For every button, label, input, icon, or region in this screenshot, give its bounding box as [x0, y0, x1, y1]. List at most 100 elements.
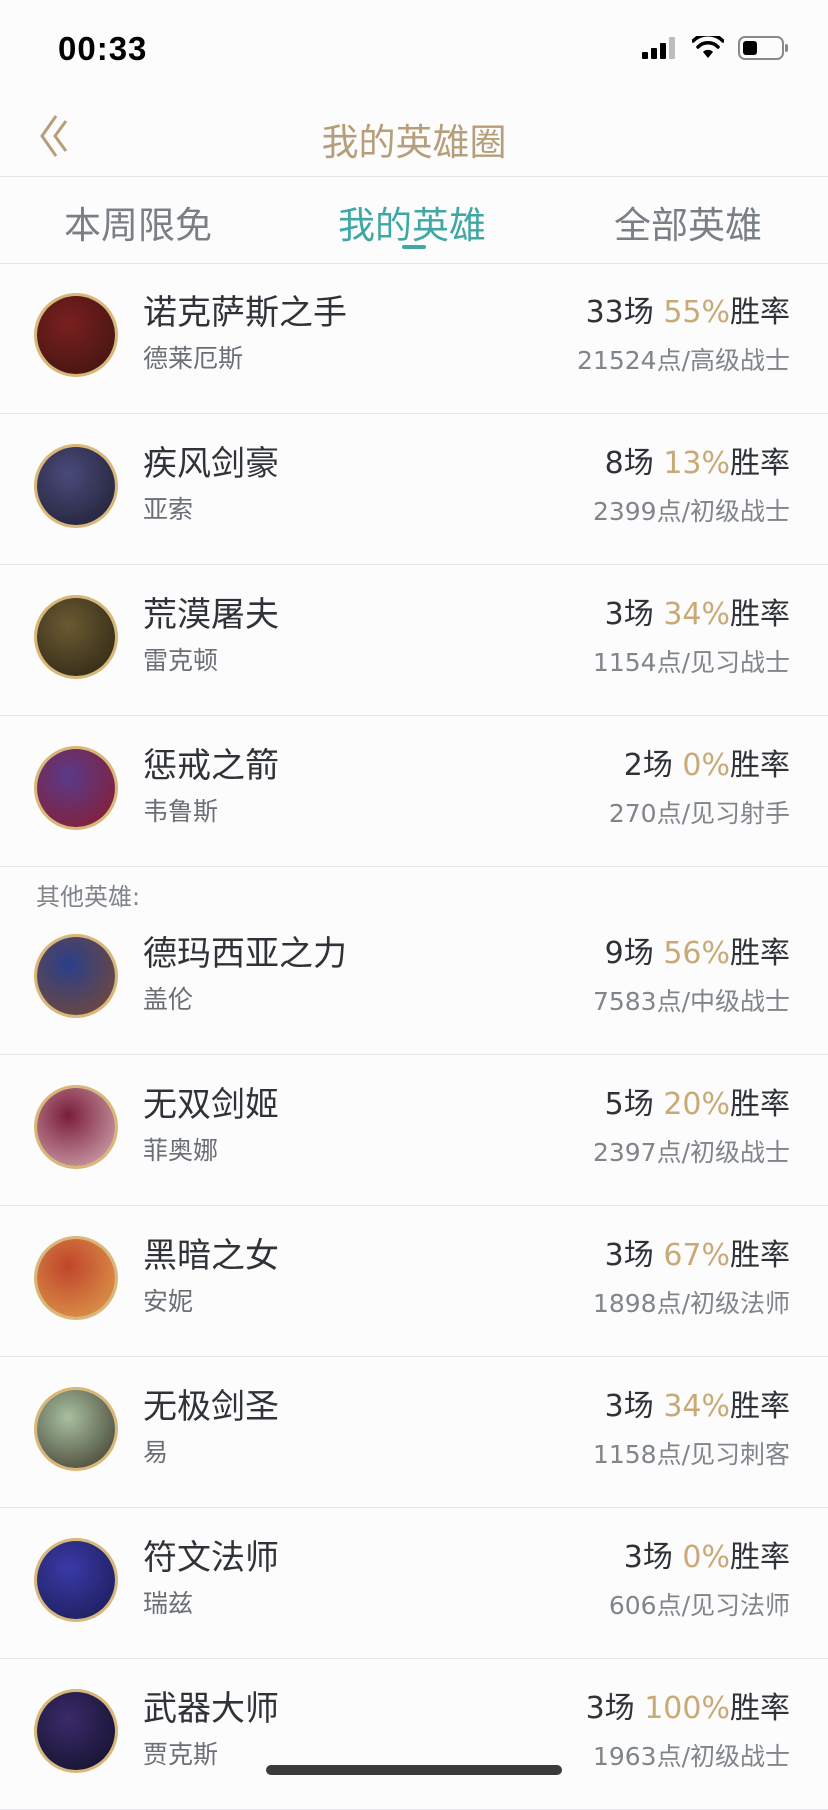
hero-avatar	[34, 934, 118, 1018]
hero-name: 雷克顿	[143, 646, 219, 675]
win-rate-label: 胜率	[730, 295, 790, 330]
hero-title: 无极剑圣	[143, 1387, 279, 1427]
hero-name: 菲奥娜	[143, 1136, 219, 1165]
hero-title: 黑暗之女	[143, 1236, 279, 1276]
nav-bar: 我的英雄圈	[0, 96, 828, 177]
hero-name: 安妮	[143, 1287, 194, 1316]
tab-all-heroes[interactable]: 全部英雄	[614, 195, 762, 249]
hero-row[interactable]: 符文法师 瑞兹 3场 0%胜率 606点/见习法师	[0, 1508, 828, 1659]
hero-name: 盖伦	[143, 985, 194, 1014]
hero-row[interactable]: 黑暗之女 安妮 3场 67%胜率 1898点/初级法师	[0, 1206, 828, 1357]
hero-avatar	[34, 595, 118, 679]
hero-stats: 5场 20%胜率	[605, 1079, 790, 1123]
status-bar: 00:33	[0, 0, 828, 96]
hero-stats: 3场 34%胜率	[605, 1381, 790, 1425]
hero-points: 2399点/初级战士	[592, 497, 790, 526]
hero-stats: 2场 0%胜率	[624, 740, 790, 784]
page-title: 我的英雄圈	[321, 121, 507, 164]
hero-stats: 3场 34%胜率	[605, 589, 790, 633]
hero-avatar	[34, 444, 118, 528]
my-hero-list: 诺克萨斯之手 德莱厄斯 33场 55%胜率 21524点/高级战士 疾风剑豪 亚…	[0, 263, 828, 867]
games-count: 3场	[604, 597, 654, 632]
hero-stats: 8场 13%胜率	[605, 438, 790, 482]
games-count: 3场	[585, 1691, 635, 1726]
win-rate-value: 34%	[663, 597, 730, 632]
other-hero-list: 德玛西亚之力 盖伦 9场 56%胜率 7583点/中级战士 无双剑姬 菲奥娜 5…	[0, 904, 828, 1810]
win-rate-label: 胜率	[730, 748, 790, 783]
hero-avatar	[34, 1538, 118, 1622]
hero-title: 武器大师	[143, 1689, 279, 1729]
win-rate-label: 胜率	[730, 1540, 790, 1575]
hero-stats: 3场 0%胜率	[624, 1532, 790, 1576]
cellular-signal-icon	[642, 37, 675, 59]
hero-row[interactable]: 疾风剑豪 亚索 8场 13%胜率 2399点/初级战士	[0, 414, 828, 565]
win-rate-value: 34%	[663, 1389, 730, 1424]
hero-title: 荒漠屠夫	[143, 595, 279, 635]
hero-name: 瑞兹	[143, 1589, 194, 1618]
hero-avatar	[34, 1236, 118, 1320]
games-count: 9场	[604, 936, 654, 971]
win-rate-value: 0%	[682, 748, 730, 783]
hero-row[interactable]: 荒漠屠夫 雷克顿 3场 34%胜率 1154点/见习战士	[0, 565, 828, 716]
hero-points: 1158点/见习刺客	[592, 1440, 790, 1469]
status-icons	[642, 36, 790, 60]
hero-name: 韦鲁斯	[143, 797, 219, 826]
win-rate-label: 胜率	[730, 936, 790, 971]
hero-title: 诺克萨斯之手	[143, 293, 347, 333]
hero-title: 德玛西亚之力	[143, 934, 347, 974]
hero-stats: 3场 100%胜率	[586, 1683, 790, 1727]
hero-row[interactable]: 无双剑姬 菲奥娜 5场 20%胜率 2397点/初级战士	[0, 1055, 828, 1206]
hero-points: 1898点/初级法师	[592, 1289, 790, 1318]
hero-name: 易	[143, 1438, 169, 1467]
win-rate-value: 20%	[663, 1087, 730, 1122]
win-rate-label: 胜率	[730, 1389, 790, 1424]
win-rate-value: 100%	[644, 1691, 730, 1726]
tab-weekly-free[interactable]: 本周限免	[64, 195, 212, 249]
hero-avatar	[34, 293, 118, 377]
hero-name: 贾克斯	[143, 1740, 219, 1769]
games-count: 3场	[604, 1389, 654, 1424]
win-rate-value: 0%	[682, 1540, 730, 1575]
games-count: 3场	[604, 1238, 654, 1273]
win-rate-value: 56%	[663, 936, 730, 971]
hero-title: 无双剑姬	[143, 1085, 279, 1125]
hero-points: 7583点/中级战士	[592, 987, 790, 1016]
tab-bar: 本周限免 我的英雄 全部英雄	[0, 177, 828, 264]
hero-row[interactable]: 武器大师 贾克斯 3场 100%胜率 1963点/初级战士	[0, 1659, 828, 1810]
status-time: 00:33	[58, 30, 148, 67]
games-count: 3场	[623, 1540, 673, 1575]
games-count: 33场	[585, 295, 654, 330]
hero-avatar	[34, 746, 118, 830]
hero-points: 606点/见习法师	[608, 1591, 790, 1620]
hero-points: 1154点/见习战士	[592, 648, 790, 677]
hero-row[interactable]: 无极剑圣 易 3场 34%胜率 1158点/见习刺客	[0, 1357, 828, 1508]
battery-icon	[738, 36, 788, 60]
hero-name: 德莱厄斯	[143, 344, 244, 373]
hero-stats: 3场 67%胜率	[605, 1230, 790, 1274]
tab-my-heroes[interactable]: 我的英雄	[338, 195, 486, 249]
hero-avatar	[34, 1085, 118, 1169]
games-count: 5场	[604, 1087, 654, 1122]
hero-name: 亚索	[143, 495, 194, 524]
win-rate-label: 胜率	[730, 1691, 790, 1726]
win-rate-label: 胜率	[730, 446, 790, 481]
hero-row[interactable]: 惩戒之箭 韦鲁斯 2场 0%胜率 270点/见习射手	[0, 716, 828, 867]
wifi-icon	[692, 36, 724, 58]
home-indicator	[266, 1765, 562, 1775]
hero-points: 21524点/高级战士	[577, 346, 790, 375]
win-rate-label: 胜率	[730, 1087, 790, 1122]
hero-avatar	[34, 1387, 118, 1471]
games-count: 8场	[604, 446, 654, 481]
hero-title: 惩戒之箭	[143, 746, 279, 786]
hero-title: 符文法师	[143, 1538, 279, 1578]
win-rate-value: 55%	[663, 295, 730, 330]
hero-points: 2397点/初级战士	[592, 1138, 790, 1167]
hero-row[interactable]: 诺克萨斯之手 德莱厄斯 33场 55%胜率 21524点/高级战士	[0, 263, 828, 414]
win-rate-value: 67%	[663, 1238, 730, 1273]
hero-title: 疾风剑豪	[143, 444, 279, 484]
win-rate-label: 胜率	[730, 1238, 790, 1273]
active-tab-indicator	[402, 245, 426, 249]
hero-row[interactable]: 德玛西亚之力 盖伦 9场 56%胜率 7583点/中级战士	[0, 904, 828, 1055]
hero-points: 270点/见习射手	[608, 799, 790, 828]
win-rate-label: 胜率	[730, 597, 790, 632]
